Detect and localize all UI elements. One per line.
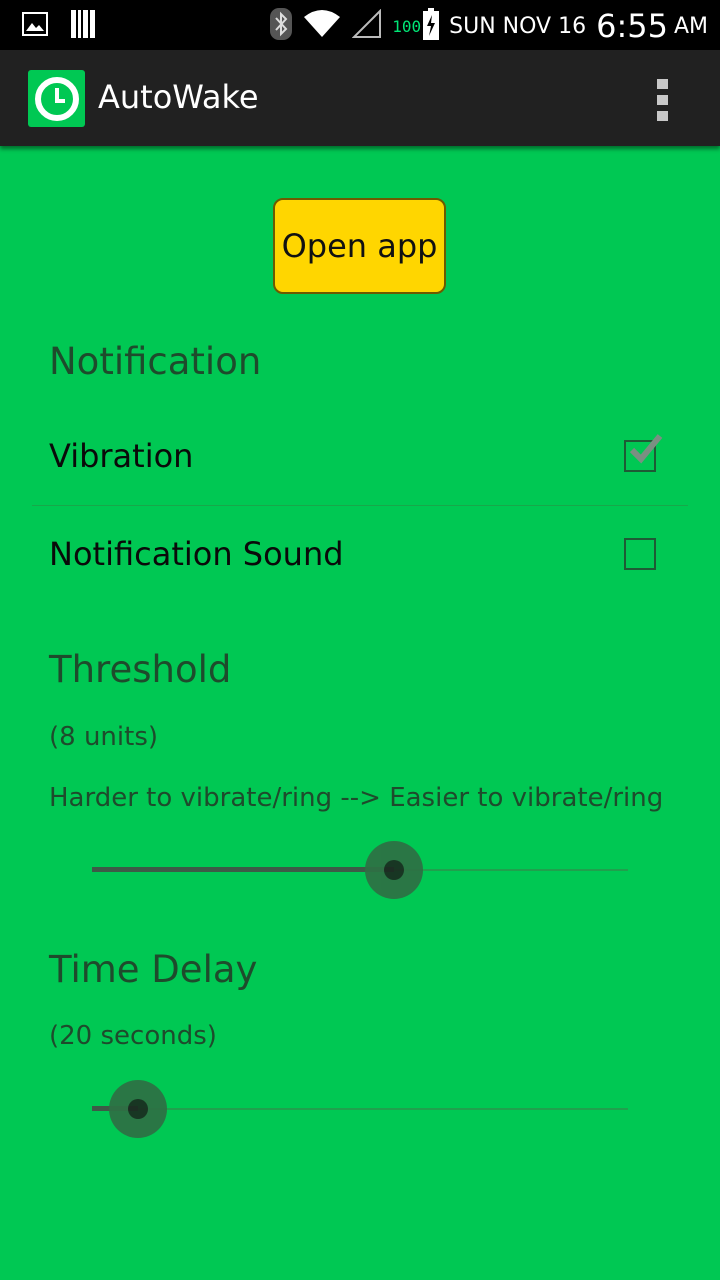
clock-icon[interactable] [28,70,85,127]
vibration-label[interactable]: Vibration [49,437,193,475]
app-title: AutoWake [98,78,259,116]
notification-sound-label[interactable]: Notification Sound [49,535,344,573]
checkmark-icon [629,434,663,464]
threshold-value: (8 units) [49,722,159,752]
status-time: 6:55 [596,7,668,45]
threshold-hint: Harder to vibrate/ring --> Easier to vib… [49,783,664,813]
time-delay-value: (20 seconds) [49,1021,217,1051]
wifi-icon [302,9,342,43]
battery-percent: 100 [392,16,422,36]
status-bar: 100 SUN NOV 16 6:55 AM [0,0,720,50]
bluetooth-icon [270,8,293,44]
barcode-icon [70,10,96,42]
threshold-header: Threshold [49,648,232,691]
battery-charging-icon [423,8,440,44]
status-date: SUN NOV 16 [449,13,587,39]
signal-icon [351,8,382,43]
time-delay-slider-track[interactable] [92,1108,628,1110]
open-app-button[interactable]: Open app [273,198,446,294]
vibration-checkbox[interactable] [624,434,663,472]
notification-header: Notification [49,340,262,383]
notification-sound-checkbox[interactable] [624,538,656,570]
time-delay-header: Time Delay [49,948,258,991]
time-delay-slider-thumb[interactable] [109,1080,168,1138]
divider [32,505,688,506]
overflow-menu-icon[interactable] [642,76,682,124]
threshold-slider-thumb[interactable] [365,841,424,899]
status-ampm: AM [673,13,708,39]
threshold-slider-fill [92,867,395,872]
image-icon [22,12,48,40]
action-bar: AutoWake [0,50,720,146]
